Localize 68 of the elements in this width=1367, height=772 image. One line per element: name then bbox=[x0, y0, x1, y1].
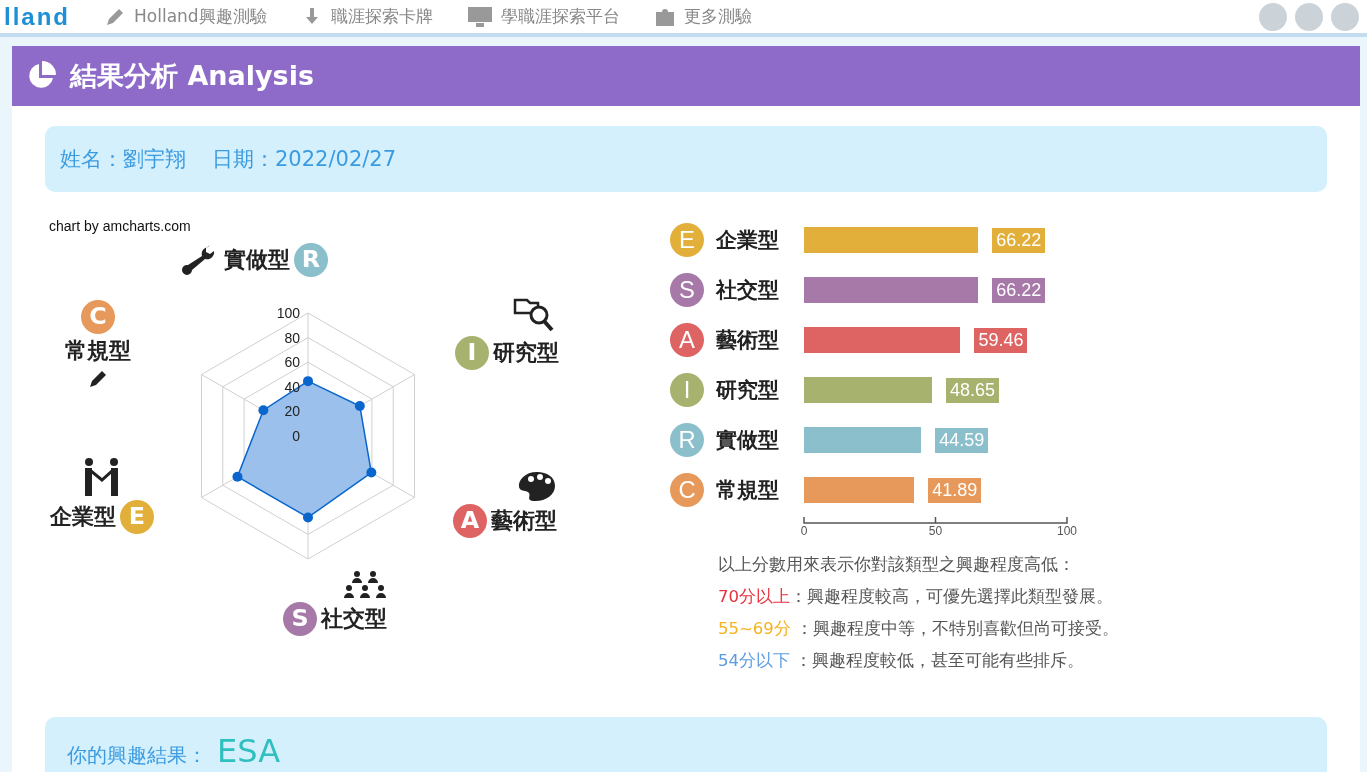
result-value: ESA bbox=[217, 732, 280, 770]
monitor-icon bbox=[466, 5, 493, 28]
letter-badge: S bbox=[670, 273, 704, 307]
letter-badge: I bbox=[455, 336, 489, 370]
letter-badge: A bbox=[453, 504, 487, 538]
axis-label: 研究型 bbox=[493, 339, 559, 367]
letter-badge: E bbox=[120, 500, 154, 534]
axis-label: 社交型 bbox=[321, 605, 387, 633]
data-point bbox=[303, 376, 313, 387]
result-label: 你的興趣結果： bbox=[67, 741, 207, 769]
social-button[interactable] bbox=[1295, 2, 1323, 31]
tick-label: 100 bbox=[1057, 524, 1077, 538]
letter-badge: R bbox=[670, 423, 704, 457]
category-label: 實做型 bbox=[715, 427, 780, 454]
scale-label: 60 bbox=[284, 354, 300, 371]
legend-text: 以上分數用來表示你對該類型之興趣程度高低： bbox=[718, 554, 1076, 576]
letter-badge: E bbox=[670, 223, 704, 257]
axis-label: 藝術型 bbox=[491, 507, 557, 535]
category-label: 社交型 bbox=[714, 277, 780, 304]
axis-label: 常規型 bbox=[65, 337, 131, 365]
category-label: 藝術型 bbox=[715, 327, 780, 354]
letter-badge: C bbox=[670, 473, 704, 507]
nav-link[interactable]: 學職涯探索平台 bbox=[466, 5, 620, 28]
value-label: 44.59 bbox=[935, 427, 989, 453]
value-label: 66.22 bbox=[992, 227, 1046, 253]
legend-text: 55~69分 ：興趣程度中等，不特別喜歡但尚可接受。 bbox=[718, 618, 1120, 640]
scale-label: 40 bbox=[284, 378, 300, 395]
letter-badge: R bbox=[294, 243, 328, 277]
value-label: 48.65 bbox=[945, 377, 999, 403]
category-label: 研究型 bbox=[715, 377, 780, 404]
letter-badge: C bbox=[81, 300, 115, 334]
chart-credit: chart by amcharts.com bbox=[49, 218, 191, 234]
social-button[interactable] bbox=[1331, 2, 1359, 31]
value-label: 41.89 bbox=[928, 477, 982, 503]
axis-label: 實做型 bbox=[224, 246, 290, 274]
pie-chart-icon bbox=[26, 61, 56, 91]
section-title: 結果分析 Analysis bbox=[70, 59, 314, 93]
social-button[interactable] bbox=[1259, 2, 1287, 31]
nav-link[interactable]: Holland興趣測驗 bbox=[104, 5, 267, 28]
data-point bbox=[303, 512, 313, 523]
people-icon bbox=[343, 570, 387, 600]
site-logo[interactable]: lland bbox=[4, 2, 70, 31]
data-point bbox=[232, 471, 243, 482]
pencil-icon bbox=[87, 368, 109, 390]
letter-badge: I bbox=[670, 373, 704, 407]
data-point bbox=[354, 401, 365, 412]
scale-label: 20 bbox=[284, 403, 300, 420]
legend-text: 54分以下 ：興趣程度較低，甚至可能有些排斥。 bbox=[718, 650, 1086, 672]
tick-label: 0 bbox=[800, 524, 808, 538]
tick-label: 50 bbox=[928, 524, 943, 538]
category-label: 企業型 bbox=[715, 227, 780, 254]
data-point bbox=[366, 467, 377, 478]
name-text: 姓名：劉宇翔 bbox=[60, 146, 186, 173]
legend-text: 70分以上：興趣程度較高，可優先選擇此類型發展。 bbox=[718, 586, 1114, 608]
value-label: 59.46 bbox=[974, 327, 1028, 353]
nav-link[interactable]: 職涯探索卡牌 bbox=[300, 5, 433, 28]
palette-icon bbox=[517, 470, 557, 502]
axis-label: 企業型 bbox=[50, 503, 116, 531]
date-text: 日期：2022/02/27 bbox=[212, 146, 397, 173]
letter-badge: S bbox=[283, 602, 317, 636]
scale-label: 0 bbox=[292, 428, 300, 444]
data-point bbox=[258, 405, 269, 416]
nav-link[interactable]: 更多測驗 bbox=[653, 5, 752, 28]
scale-label: 100 bbox=[276, 305, 300, 321]
category-label: 常規型 bbox=[715, 477, 780, 504]
letter-badge: A bbox=[670, 323, 704, 357]
scale-label: 80 bbox=[284, 329, 300, 346]
value-label: 66.22 bbox=[992, 277, 1046, 303]
